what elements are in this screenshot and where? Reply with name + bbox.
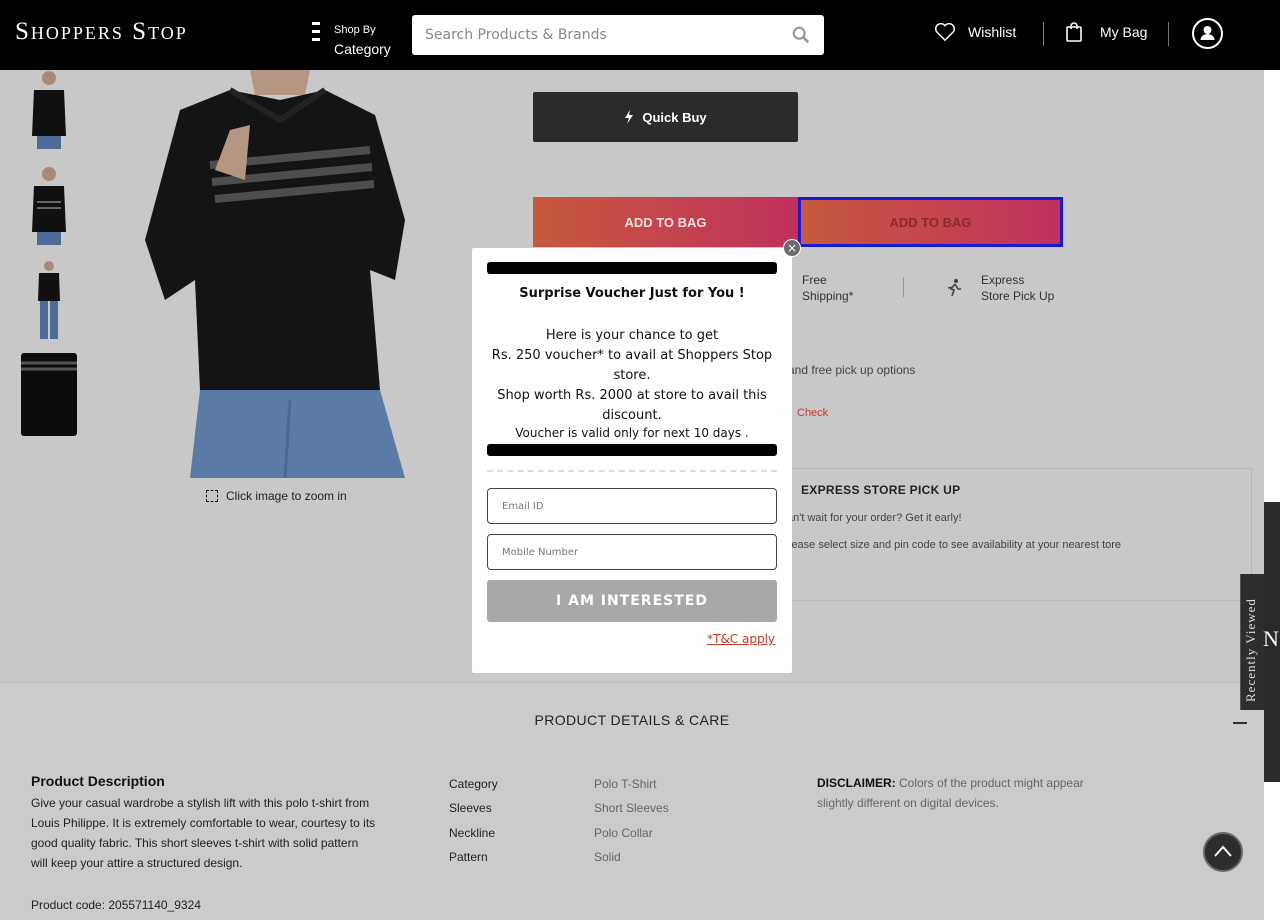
delivery-options-text: and free pick up options [788, 363, 916, 377]
shop-by-label: Shop By [334, 24, 376, 36]
quick-buy-label: Quick Buy [642, 109, 707, 125]
close-icon[interactable]: × [783, 239, 801, 257]
modal-line3: Shop worth Rs. 2000 at store to avail th… [497, 388, 767, 423]
scroll-to-top-button[interactable] [1203, 832, 1243, 872]
header-divider [1168, 22, 1169, 46]
walking-person-icon [947, 279, 961, 297]
modal-bottom-bar [487, 444, 777, 456]
attribute-key: Pattern [449, 850, 488, 864]
lightning-icon [625, 110, 634, 124]
recently-viewed-tab[interactable]: Recently Viewed N [1238, 502, 1280, 782]
free-shipping-line2: Shipping* [802, 289, 854, 303]
express-pickup-line2: lease select size and pin code to see av… [789, 539, 1122, 551]
free-shipping-feature: Free Shipping* [802, 272, 853, 304]
modal-divider [487, 470, 777, 472]
disclaimer: DISCLAIMER: Colors of the product might … [817, 773, 1117, 813]
product-thumbnail[interactable] [21, 162, 77, 245]
attribute-key: Neckline [449, 826, 496, 840]
zoom-hint: Click image to zoom in [206, 489, 347, 503]
search-bar [412, 15, 824, 55]
disclaimer-label: DISCLAIMER: [817, 776, 896, 790]
account-button[interactable] [1192, 18, 1223, 49]
scrollbar[interactable] [1264, 70, 1280, 920]
recently-viewed-letter: N [1263, 626, 1279, 651]
recently-viewed-label: Recently Viewed [1243, 598, 1258, 702]
user-icon [1200, 26, 1215, 40]
quick-buy-button[interactable]: Quick Buy [533, 92, 798, 142]
feature-divider [903, 277, 904, 297]
modal-line1: Here is your chance to get [545, 328, 719, 343]
express-line2: Store Pick Up [981, 289, 1055, 303]
add-to-bag-button-focused[interactable]: ADD TO BAG [798, 197, 1063, 247]
description-heading: Product Description [31, 773, 165, 789]
product-thumbnail[interactable] [21, 258, 77, 341]
product-details-title[interactable]: PRODUCT DETAILS & CARE [0, 712, 1264, 728]
attribute-value: Solid [594, 850, 621, 864]
express-pickup-feature: Express Store Pick Up [981, 272, 1054, 304]
chevron-up-icon [1214, 845, 1232, 857]
wishlist-label: Wishlist [968, 24, 1017, 40]
mobile-number-field[interactable] [487, 534, 777, 570]
attribute-key: Category [449, 777, 498, 791]
search-input[interactable] [412, 15, 772, 55]
category-label: Category [334, 41, 391, 57]
product-details-section: PRODUCT DETAILS & CARE Product Descripti… [0, 682, 1264, 920]
i-am-interested-button[interactable]: I AM INTERESTED [487, 580, 777, 622]
header-divider [1043, 22, 1044, 46]
express-pickup-line1: an't wait for your order? Get it early! [787, 512, 962, 524]
express-pickup-title: EXPRESS STORE PICK UP [801, 483, 961, 497]
email-field[interactable] [487, 488, 777, 524]
search-icon[interactable] [792, 26, 810, 44]
modal-body: Here is your chance to get Rs. 250 vouch… [490, 326, 774, 441]
main-product-image[interactable] [120, 70, 435, 478]
my-bag-link[interactable]: My Bag [1066, 22, 1147, 42]
express-pickup-box: EXPRESS STORE PICK UP an't wait for your… [770, 468, 1252, 601]
express-line1: Express [981, 273, 1025, 287]
heart-icon [935, 22, 955, 42]
modal-line2: Rs. 250 voucher* to avail at Shoppers St… [491, 348, 773, 383]
my-bag-label: My Bag [1100, 24, 1148, 40]
voucher-modal: × Surprise Voucher Just for You ! Here i… [472, 239, 801, 673]
product-thumbnail[interactable] [21, 66, 77, 149]
product-code: Product code: 205571140_9324 [31, 898, 201, 912]
product-thumbnail[interactable] [21, 353, 77, 436]
site-logo[interactable]: Shoppers Stop [15, 18, 188, 46]
modal-top-bar [487, 262, 777, 274]
shop-by-category-button[interactable]: Shop By Category [312, 20, 402, 60]
attribute-value: Polo Collar [594, 826, 653, 840]
attribute-key: Sleeves [449, 801, 492, 815]
menu-icon [312, 22, 322, 46]
description-body: Give your casual wardrobe a stylish lift… [31, 796, 376, 870]
zoom-hint-text: Click image to zoom in [226, 489, 347, 503]
modal-title: Surprise Voucher Just for You ! [519, 286, 745, 301]
attribute-value: Polo T-Shirt [594, 777, 657, 791]
terms-link[interactable]: *T&C apply [707, 632, 775, 646]
zoom-icon [206, 490, 218, 502]
add-to-bag-button[interactable]: ADD TO BAG [533, 197, 798, 247]
modal-line4: Voucher is valid only for next 10 days . [515, 426, 749, 440]
bag-icon [1066, 22, 1082, 42]
wishlist-link[interactable]: Wishlist [934, 22, 1016, 42]
attribute-value: Short Sleeves [594, 801, 669, 815]
free-shipping-line1: Free [802, 273, 827, 287]
check-pincode-link[interactable]: Check [797, 407, 828, 419]
site-header: Shoppers Stop Shop By Category Wishlist … [0, 0, 1280, 70]
